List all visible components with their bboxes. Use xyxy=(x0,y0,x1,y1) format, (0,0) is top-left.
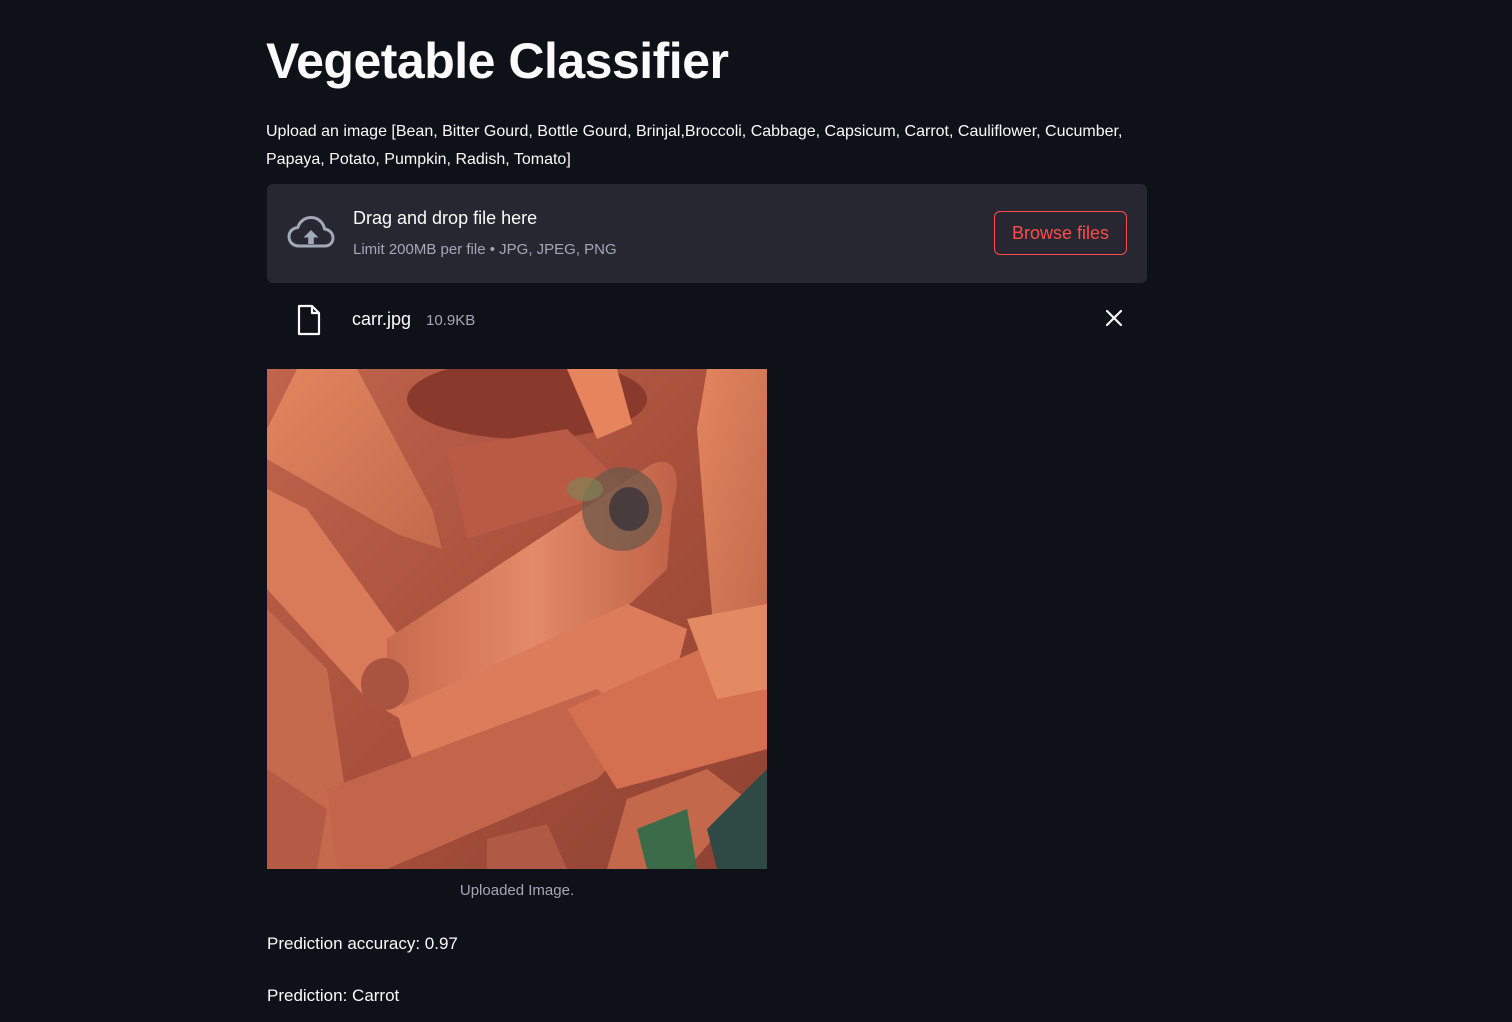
page-title: Vegetable Classifier xyxy=(266,33,729,89)
carrot-photo xyxy=(267,369,767,869)
close-icon[interactable] xyxy=(1102,306,1126,330)
file-name: carr.jpg xyxy=(352,309,412,329)
uploaded-image xyxy=(267,369,767,869)
file-size: 10.9KB xyxy=(426,312,476,329)
upload-instructions: Upload an image [Bean, Bitter Gourd, Bot… xyxy=(266,123,1123,168)
file-dropzone[interactable]: Drag and drop file here Limit 200MB per … xyxy=(267,184,1147,283)
prediction-label: Prediction: Carrot xyxy=(267,986,400,1005)
browse-files-button[interactable]: Browse files xyxy=(994,211,1127,255)
prediction-accuracy: Prediction accuracy: 0.97 xyxy=(267,934,458,953)
cloud-upload-icon xyxy=(287,216,335,248)
dropzone-limit-text: Limit 200MB per file • JPG, JPEG, PNG xyxy=(353,241,617,258)
file-icon xyxy=(297,304,321,336)
dropzone-label: Drag and drop file here xyxy=(353,208,538,228)
image-caption: Uploaded Image. xyxy=(459,882,575,899)
uploaded-file-item: carr.jpg 10.9KB xyxy=(266,296,1147,344)
